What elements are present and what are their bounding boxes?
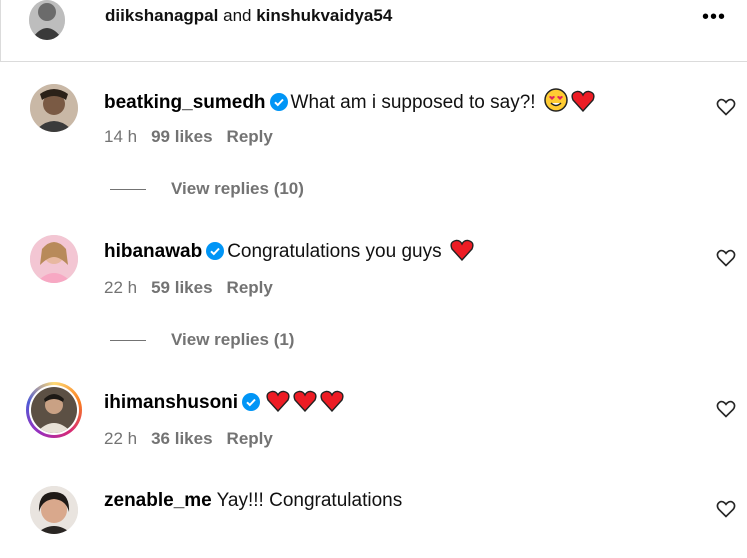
verified-badge-icon xyxy=(269,93,288,117)
comment-time: 14 h xyxy=(104,127,138,146)
avatar-story-ring xyxy=(29,385,79,435)
more-horizontal-icon[interactable]: ••• xyxy=(701,7,727,27)
comment-likes[interactable]: 59 likes xyxy=(151,278,212,297)
avatar[interactable] xyxy=(29,0,65,40)
view-replies-button[interactable]: View replies (10) xyxy=(110,179,304,199)
comment-username[interactable]: beatking_sumedh xyxy=(104,92,266,113)
like-heart-icon[interactable] xyxy=(716,97,736,117)
comment-time: 22 h xyxy=(104,429,138,448)
divider-line xyxy=(110,189,146,191)
header-username-2[interactable]: kinshukvaidya54 xyxy=(256,6,392,25)
red-heart-emoji-icon xyxy=(571,90,595,118)
view-replies-label: View replies (10) xyxy=(171,179,304,198)
comment-username[interactable]: hibanawab xyxy=(104,241,202,262)
reply-button[interactable]: Reply xyxy=(227,429,273,448)
comment-text: What am i supposed to say?! xyxy=(290,92,536,113)
like-heart-icon[interactable] xyxy=(716,248,736,268)
verified-badge-icon xyxy=(206,242,225,266)
red-heart-emoji-icon xyxy=(320,390,344,418)
view-replies-label: View replies (1) xyxy=(171,330,295,349)
comment-username[interactable]: zenable_me xyxy=(104,490,212,511)
red-heart-emoji-icon xyxy=(293,390,317,418)
like-heart-icon[interactable] xyxy=(716,399,736,419)
comment-line: beatking_sumedh What am i supposed to say… xyxy=(104,88,595,118)
avatar-image xyxy=(31,387,77,433)
view-replies-button[interactable]: View replies (1) xyxy=(110,330,294,350)
avatar[interactable] xyxy=(26,382,82,438)
reply-button[interactable]: Reply xyxy=(227,278,273,297)
comment-meta: 22 h 59 likes Reply xyxy=(104,278,287,298)
comment-text: Yay!!! Congratulations xyxy=(216,490,403,511)
avatar[interactable] xyxy=(30,486,78,534)
header-and: and xyxy=(223,6,252,25)
post-header: diikshanagpal and kinshukvaidya54 ••• xyxy=(0,0,747,62)
red-heart-emoji-icon xyxy=(266,390,290,418)
avatar[interactable] xyxy=(30,235,78,283)
red-heart-emoji-icon xyxy=(450,239,474,267)
reply-button[interactable]: Reply xyxy=(227,127,273,146)
comment-line: ihimanshusoni xyxy=(104,390,344,418)
header-title: diikshanagpal and kinshukvaidya54 xyxy=(105,6,392,26)
like-heart-icon[interactable] xyxy=(716,499,736,519)
comment-username[interactable]: ihimanshusoni xyxy=(104,392,238,413)
comment-line: hibanawab Congratulations you guys xyxy=(104,239,474,267)
comment-meta: 14 h 99 likes Reply xyxy=(104,127,287,147)
comment-likes[interactable]: 36 likes xyxy=(151,429,212,448)
comment-line: zenable_me Yay!!! Congratulations xyxy=(104,490,402,512)
comment-likes[interactable]: 99 likes xyxy=(151,127,212,146)
verified-badge-icon xyxy=(242,393,261,417)
comment-text: Congratulations you guys xyxy=(227,241,442,262)
header-username-1[interactable]: diikshanagpal xyxy=(105,6,218,25)
heart-eyes-emoji-icon xyxy=(544,88,568,118)
comment-meta: 22 h 36 likes Reply xyxy=(104,429,287,449)
avatar[interactable] xyxy=(30,84,78,132)
comment-time: 22 h xyxy=(104,278,138,297)
divider-line xyxy=(110,340,146,342)
